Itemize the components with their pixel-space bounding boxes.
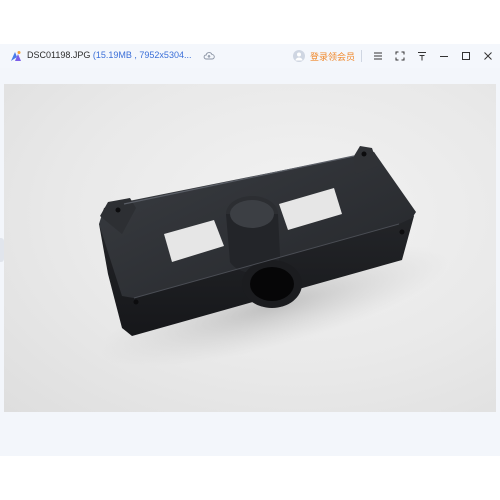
file-meta-text: (15.19MB , 7952x5304... (92, 50, 192, 60)
image-canvas[interactable] (4, 84, 496, 412)
maximize-button[interactable] (458, 48, 474, 64)
toolbar-divider (361, 50, 362, 62)
maximize-icon (462, 52, 470, 60)
fullscreen-button[interactable] (392, 48, 408, 64)
file-title: DSC01198.JPG (15.19MB , 7952x5304... (27, 50, 191, 60)
image-viewer-window: DSC01198.JPG (15.19MB , 7952x5304... 登录领… (0, 44, 500, 456)
login-vip-link[interactable]: 登录领会员 (310, 50, 355, 63)
fullscreen-icon (395, 51, 405, 61)
app-logo-icon (11, 51, 21, 61)
close-button[interactable] (480, 48, 496, 64)
photo-metal-bracket (99, 146, 449, 367)
menu-button[interactable] (370, 48, 386, 64)
side-panel-toggle[interactable] (0, 238, 4, 262)
title-bar: DSC01198.JPG (15.19MB , 7952x5304... 登录领… (0, 44, 500, 68)
close-icon (484, 52, 492, 60)
minimize-button[interactable] (436, 48, 452, 64)
minimize-icon (440, 56, 448, 57)
file-name-text: DSC01198.JPG (27, 50, 91, 60)
cloud-upload-icon[interactable] (203, 50, 215, 62)
menu-icon (374, 52, 382, 60)
user-avatar-icon[interactable] (293, 50, 305, 62)
pin-icon (418, 52, 426, 61)
pin-button[interactable] (414, 48, 430, 64)
